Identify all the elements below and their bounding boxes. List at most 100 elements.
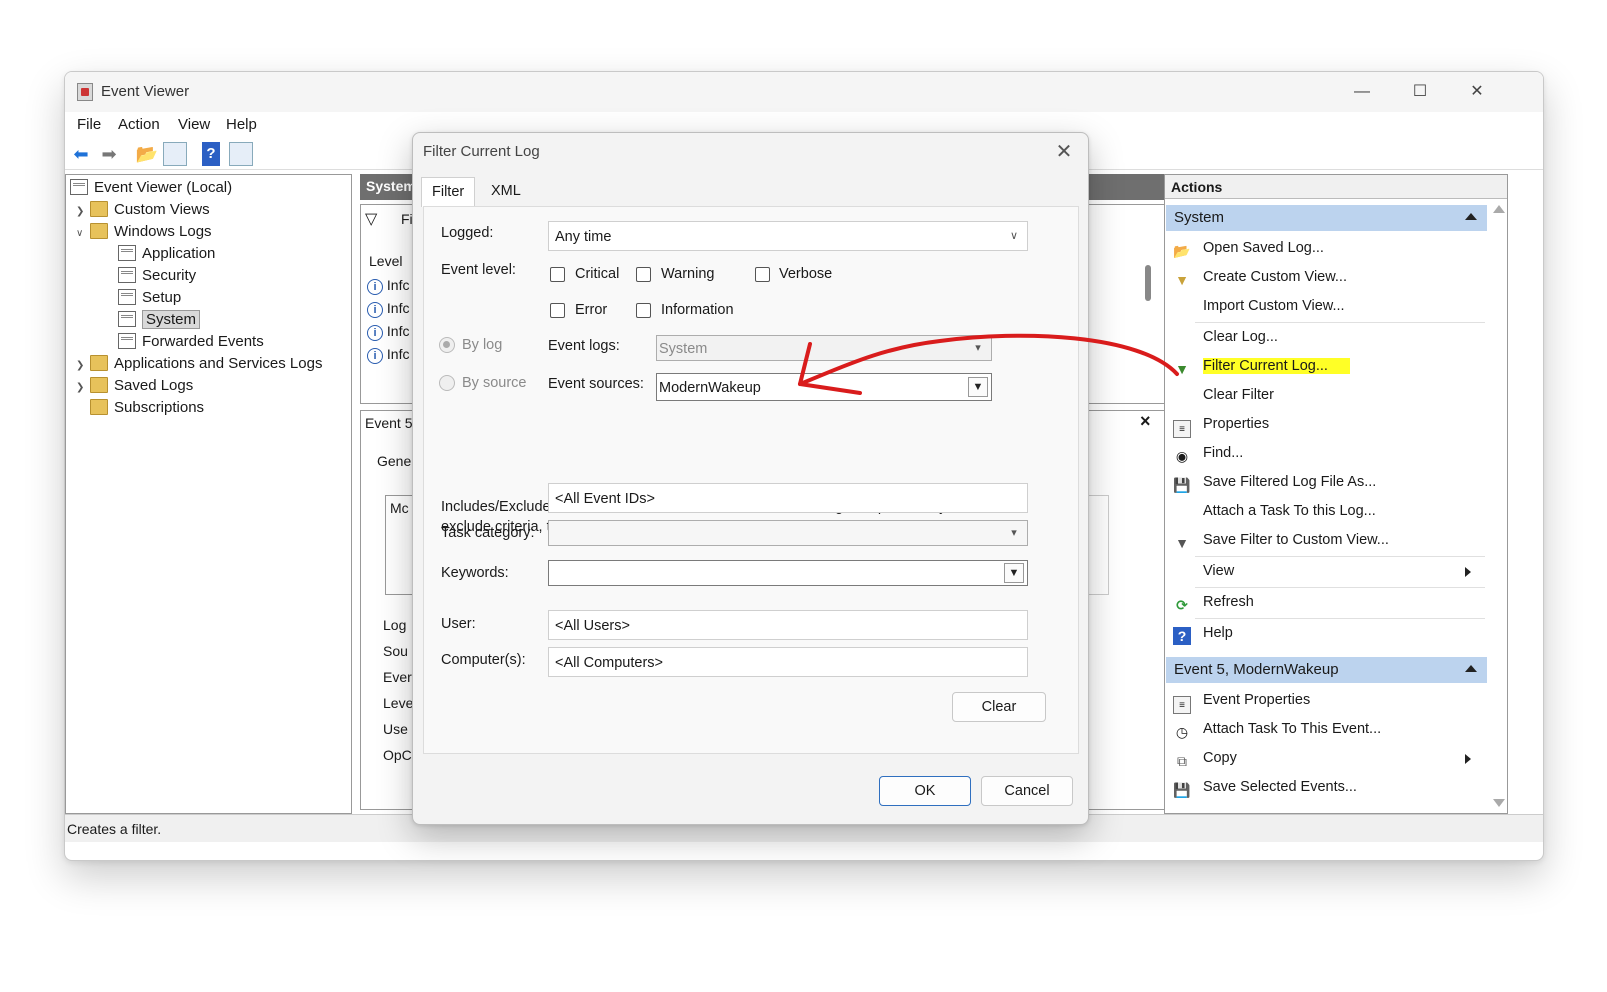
- user-label: User:: [441, 616, 476, 632]
- logged-dropdown[interactable]: Any time ∨: [548, 221, 1028, 251]
- computers-label: Computer(s):: [441, 652, 526, 668]
- tab-filter[interactable]: Filter: [421, 177, 476, 207]
- expand-chevron-icon[interactable]: ❯: [76, 377, 90, 399]
- action-clear-filter[interactable]: Clear Filter: [1173, 382, 1274, 408]
- clear-button[interactable]: Clear: [952, 692, 1046, 722]
- properties-icon: ≡: [1173, 696, 1191, 714]
- action-clear-log[interactable]: Clear Log...: [1173, 324, 1278, 350]
- tree-item-custom-views[interactable]: ❯ Custom Views: [76, 199, 210, 221]
- menu-action[interactable]: Action: [118, 116, 160, 133]
- minimize-button[interactable]: —: [1340, 78, 1384, 106]
- action-save-filter-to-custom-view[interactable]: ▼ Save Filter to Custom View...: [1173, 527, 1389, 553]
- maximize-button[interactable]: ☐: [1398, 78, 1442, 106]
- ok-button[interactable]: OK: [879, 776, 971, 806]
- event-sources-dropdown[interactable]: ModernWakeup ▼: [656, 373, 992, 401]
- by-source-label: By source: [462, 375, 527, 391]
- keywords-dropdown[interactable]: ▼: [548, 560, 1028, 586]
- event-viewer-node-icon: [70, 179, 88, 195]
- action-properties[interactable]: ≡ Properties: [1173, 411, 1269, 438]
- action-view[interactable]: View: [1173, 558, 1471, 584]
- funnel-save-icon: ▼: [1175, 535, 1189, 551]
- scroll-up-icon[interactable]: [1493, 205, 1505, 213]
- event-ids-input[interactable]: <All Event IDs>: [548, 483, 1028, 513]
- tab-general[interactable]: Gene: [377, 453, 411, 469]
- actions-section-event[interactable]: Event 5, ModernWakeup: [1166, 657, 1487, 683]
- tree-item-setup[interactable]: Setup: [118, 287, 181, 309]
- cancel-button[interactable]: Cancel: [981, 776, 1073, 806]
- action-event-properties[interactable]: ≡ Event Properties: [1173, 687, 1310, 714]
- tree-item-root[interactable]: Event Viewer (Local): [70, 177, 232, 199]
- tree-item-windows-logs[interactable]: ∨ Windows Logs: [76, 221, 212, 243]
- help-icon[interactable]: ?: [202, 142, 220, 166]
- clock-task-icon: ◷: [1175, 724, 1189, 740]
- action-filter-current-log[interactable]: ▼ Filter Current Log...: [1173, 353, 1350, 379]
- log-icon: [118, 333, 136, 349]
- show-hide-action-pane-icon[interactable]: [229, 142, 253, 166]
- tree-item-apps-services-logs[interactable]: ❯ Applications and Services Logs: [76, 353, 322, 375]
- menu-view[interactable]: View: [178, 116, 210, 133]
- action-refresh[interactable]: ⟳ Refresh: [1173, 589, 1254, 615]
- forward-arrow-icon[interactable]: ➡: [97, 142, 121, 166]
- tree-item-subscriptions[interactable]: Subscriptions: [90, 397, 204, 419]
- expand-chevron-icon[interactable]: ❯: [76, 355, 90, 377]
- title-bar: Event Viewer — ☐ ✕: [65, 72, 1543, 112]
- event-logs-dropdown[interactable]: System ▾: [656, 335, 992, 361]
- action-import-custom-view[interactable]: Import Custom View...: [1173, 293, 1345, 319]
- collapse-chevron-icon[interactable]: ∨: [76, 223, 90, 245]
- menu-help[interactable]: Help: [226, 116, 257, 133]
- scroll-down-icon[interactable]: [1493, 799, 1505, 807]
- actions-section-system[interactable]: System: [1166, 205, 1487, 231]
- table-row[interactable]: i Infc: [367, 300, 409, 318]
- task-category-dropdown[interactable]: ▾: [548, 520, 1028, 546]
- actions-scrollbar[interactable]: [1489, 203, 1507, 813]
- field-user: Use: [383, 721, 408, 737]
- table-row[interactable]: i Infc: [367, 277, 409, 295]
- tab-xml[interactable]: XML: [481, 177, 531, 207]
- tree-item-saved-logs[interactable]: ❯ Saved Logs: [76, 375, 193, 397]
- collapse-triangle-icon[interactable]: [1465, 213, 1477, 220]
- critical-checkbox[interactable]: [550, 267, 565, 282]
- tree-item-forwarded-events[interactable]: Forwarded Events: [118, 331, 264, 353]
- back-arrow-icon[interactable]: ⬅: [69, 142, 93, 166]
- chevron-down-icon: ▾: [1011, 527, 1017, 539]
- tree-item-security[interactable]: Security: [118, 265, 196, 287]
- action-attach-task-to-log[interactable]: Attach a Task To this Log...: [1173, 498, 1376, 524]
- chevron-down-icon[interactable]: ▼: [1004, 563, 1024, 583]
- action-create-custom-view[interactable]: ▼ Create Custom View...: [1173, 264, 1347, 290]
- list-scrollbar[interactable]: [1145, 265, 1151, 301]
- event-level-label: Event level:: [441, 262, 516, 278]
- collapse-triangle-icon[interactable]: [1465, 665, 1477, 672]
- folder-icon: [90, 201, 108, 217]
- action-find[interactable]: ◉ Find...: [1173, 440, 1243, 466]
- verbose-checkbox[interactable]: [755, 267, 770, 282]
- chevron-down-icon[interactable]: ▼: [968, 377, 988, 397]
- user-input[interactable]: <All Users>: [548, 610, 1028, 640]
- action-help[interactable]: ? Help: [1173, 620, 1233, 646]
- action-copy[interactable]: ⧉ Copy: [1173, 745, 1471, 771]
- information-checkbox[interactable]: [636, 303, 651, 318]
- by-source-radio[interactable]: [439, 375, 455, 391]
- field-level: Leve: [383, 695, 414, 711]
- dialog-close-icon[interactable]: ✕: [1046, 135, 1082, 171]
- action-open-saved-log[interactable]: 📂 Open Saved Log...: [1173, 235, 1324, 261]
- computers-input[interactable]: <All Computers>: [548, 647, 1028, 677]
- table-row[interactable]: i Infc: [367, 346, 409, 364]
- close-details-icon[interactable]: ×: [1140, 411, 1151, 432]
- action-attach-task-to-event[interactable]: ◷ Attach Task To This Event...: [1173, 716, 1381, 742]
- menu-file[interactable]: File: [77, 116, 101, 133]
- table-row[interactable]: i Infc: [367, 323, 409, 341]
- dialog-title: Filter Current Log: [423, 143, 540, 160]
- by-log-radio[interactable]: [439, 337, 455, 353]
- tree-item-system[interactable]: System: [118, 309, 201, 331]
- show-hide-tree-icon[interactable]: [163, 142, 187, 166]
- action-save-selected-events[interactable]: 💾 Save Selected Events...: [1173, 774, 1357, 800]
- filter-tab-panel: Logged: Any time ∨ Event level: Critical …: [423, 206, 1079, 754]
- warning-checkbox[interactable]: [636, 267, 651, 282]
- folder-up-icon[interactable]: 📂: [135, 142, 159, 166]
- expand-chevron-icon[interactable]: ❯: [76, 201, 90, 223]
- error-checkbox[interactable]: [550, 303, 565, 318]
- action-save-filtered-log[interactable]: 💾 Save Filtered Log File As...: [1173, 469, 1376, 495]
- tree-item-application[interactable]: Application: [118, 243, 215, 265]
- level-column-header[interactable]: Level: [369, 253, 402, 269]
- close-button[interactable]: ✕: [1455, 78, 1499, 106]
